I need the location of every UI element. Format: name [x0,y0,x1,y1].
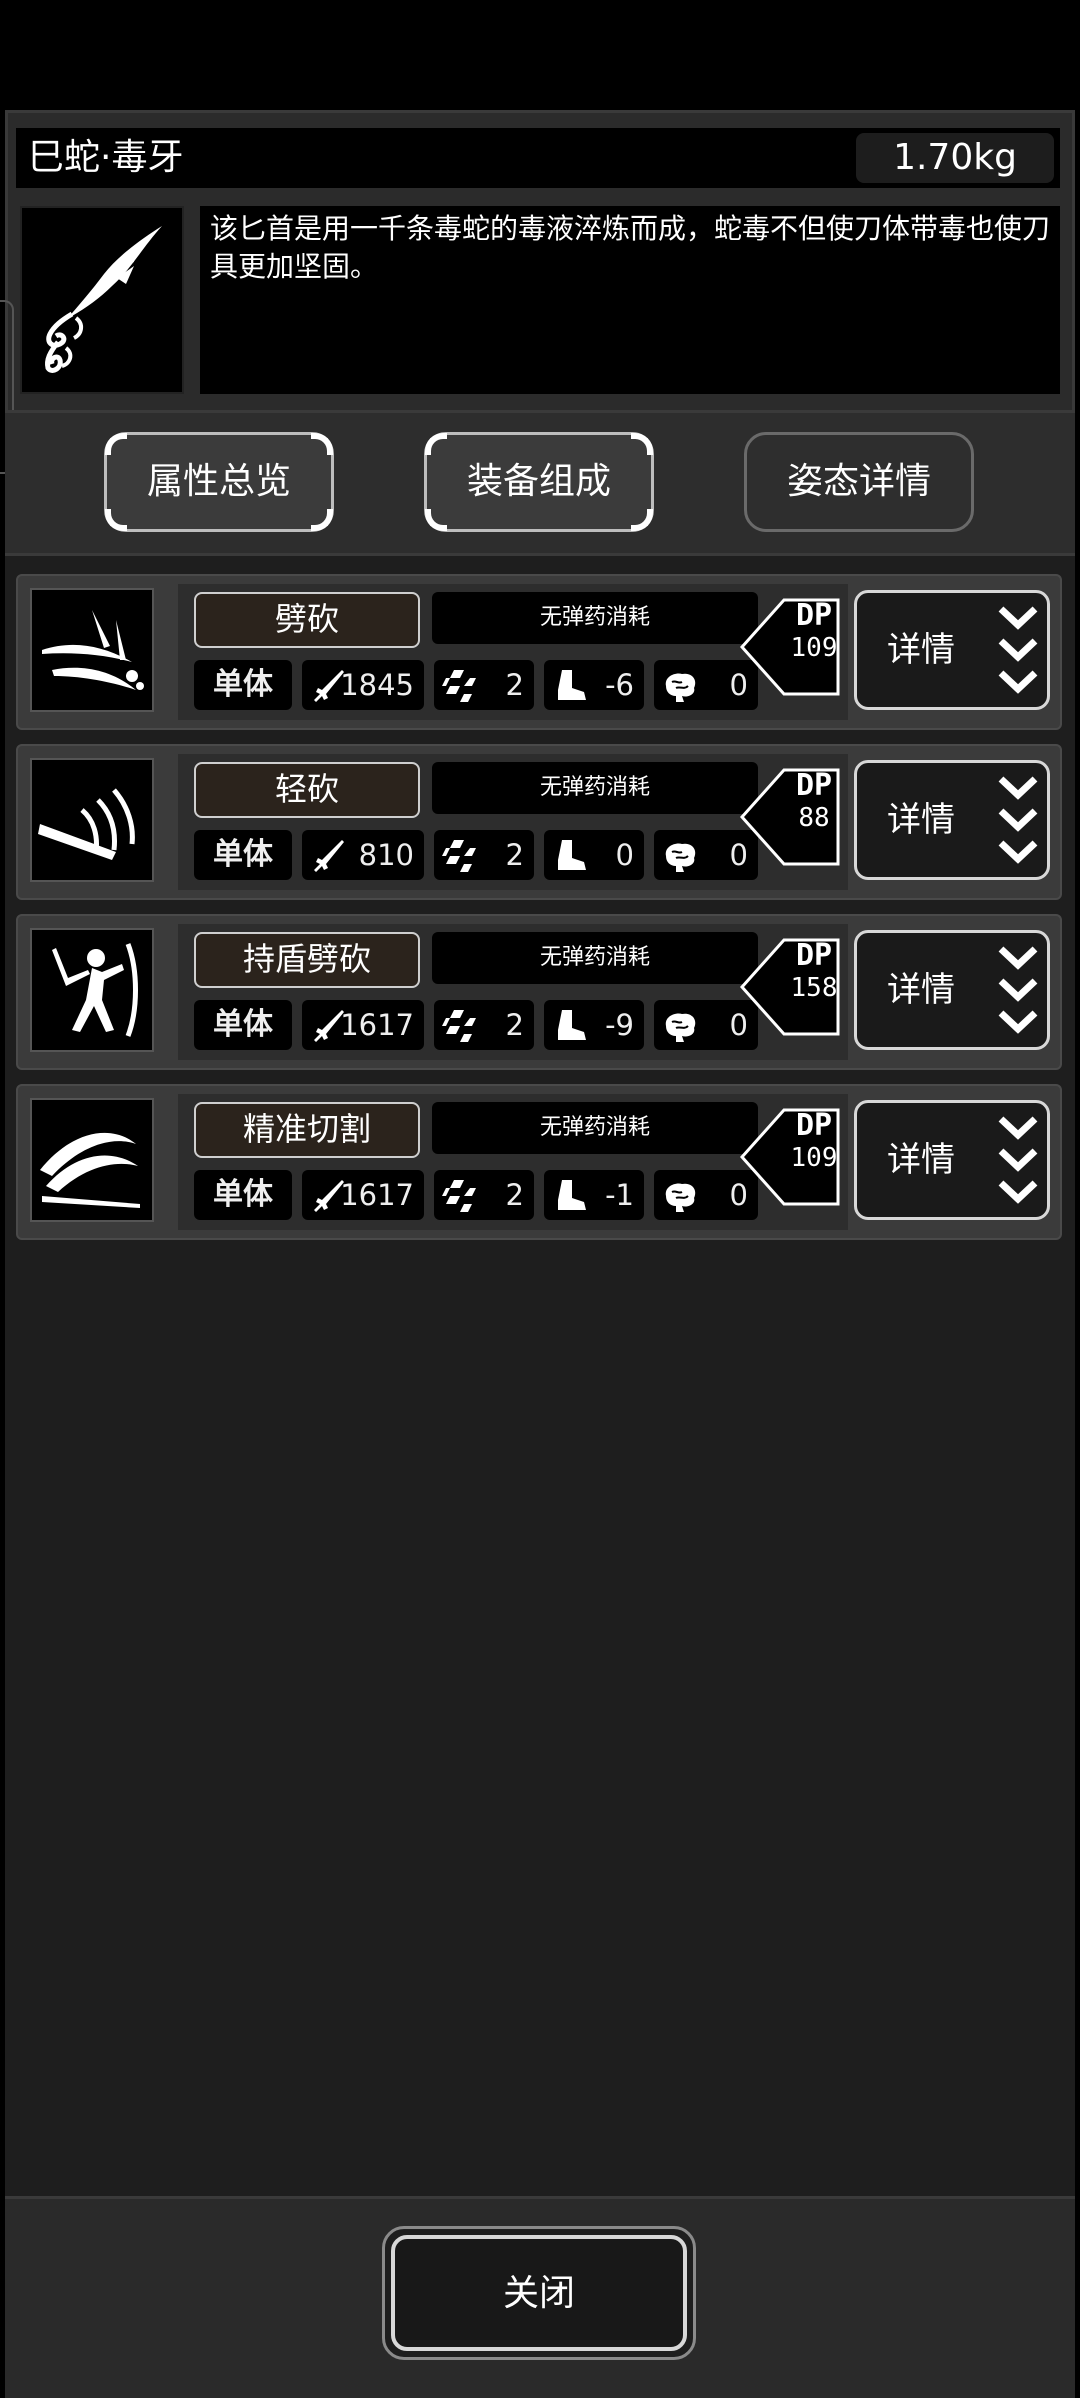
tab-label: 属性总览 [146,461,291,502]
chevron-down-icon [998,946,1038,1034]
tab-equipment[interactable]: 装备组成 [424,432,654,532]
sword-icon [314,840,344,872]
shield-slash-icon [30,928,154,1052]
ammo-cost: 无弹药消耗 [432,592,758,644]
move-stat: -1 [544,1170,644,1220]
skill-name: 劈砍 [194,592,420,648]
precise-cut-icon [30,1098,154,1222]
target-type: 单体 [194,1000,292,1050]
dp-value: DP 88 [795,768,833,834]
chevron-down-icon [998,776,1038,864]
accuracy-stat: 2 [434,1170,534,1220]
item-weight: 1.70kg [856,133,1054,183]
brain-icon [665,1183,696,1212]
boot-icon [558,1010,586,1040]
detail-button[interactable]: 详情 [854,930,1050,1050]
chop-slash-icon [30,588,154,712]
boot-icon [558,1180,586,1210]
light-slash-icon [30,758,154,882]
boot-icon [558,670,586,700]
dp-value: DP 158 [790,938,838,1004]
target-type: 单体 [194,830,292,880]
skill-row: 轻砍 无弹药消耗 单体 810 2 0 0 DP 88 详情 [16,744,1062,900]
skill-name: 轻砍 [194,762,420,818]
accuracy-stat: 2 [434,1000,534,1050]
brain-icon [665,1013,696,1042]
move-stat: 0 [544,830,644,880]
attack-stat: 1617 [302,1170,424,1220]
dp-value: DP 109 [790,598,838,664]
item-name: 巳蛇·毒牙 [28,137,184,178]
checker-icon [442,1010,476,1042]
chevron-down-icon [998,606,1038,694]
target-type: 单体 [194,1170,292,1220]
move-stat: -6 [544,660,644,710]
skill-row: 精准切割 无弹药消耗 单体 1617 2 -1 0 DP 109 详情 [16,1084,1062,1240]
tab-attributes[interactable]: 属性总览 [104,432,334,532]
dp-value: DP 109 [790,1108,838,1174]
boot-icon [558,840,586,870]
skill-name: 持盾劈砍 [194,932,420,988]
tab-label: 姿态详情 [786,461,931,502]
brain-icon [665,673,696,702]
accuracy-stat: 2 [434,830,534,880]
attack-stat: 1617 [302,1000,424,1050]
move-stat: -9 [544,1000,644,1050]
serpent-dagger-icon [20,206,184,394]
chevron-down-icon [998,1116,1038,1204]
accuracy-stat: 2 [434,660,534,710]
ammo-cost: 无弹药消耗 [432,1102,758,1154]
checker-icon [442,840,476,872]
item-description: 该匕首是用一千条毒蛇的毒液淬炼而成，蛇毒不但使刀体带毒也使刀具更加坚固。 [200,206,1060,394]
attack-stat: 1845 [302,660,424,710]
checker-icon [442,1180,476,1212]
attack-stat: 810 [302,830,424,880]
tab-stance-details[interactable]: 姿态详情 [744,432,974,532]
skill-name: 精准切割 [194,1102,420,1158]
skill-row: 劈砍 无弹药消耗 单体 1845 2 -6 0 DP 109 详情 [16,574,1062,730]
target-type: 单体 [194,660,292,710]
detail-button[interactable]: 详情 [854,590,1050,710]
detail-button[interactable]: 详情 [854,760,1050,880]
close-label: 关闭 [391,2235,687,2351]
ammo-cost: 无弹药消耗 [432,932,758,984]
tab-label: 装备组成 [466,461,611,502]
ammo-cost: 无弹药消耗 [432,762,758,814]
checker-icon [442,670,476,702]
detail-button[interactable]: 详情 [854,1100,1050,1220]
close-button[interactable]: 关闭 [382,2226,696,2360]
skill-row: 持盾劈砍 无弹药消耗 单体 1617 2 -9 0 DP 158 详情 [16,914,1062,1070]
brain-icon [665,843,696,872]
